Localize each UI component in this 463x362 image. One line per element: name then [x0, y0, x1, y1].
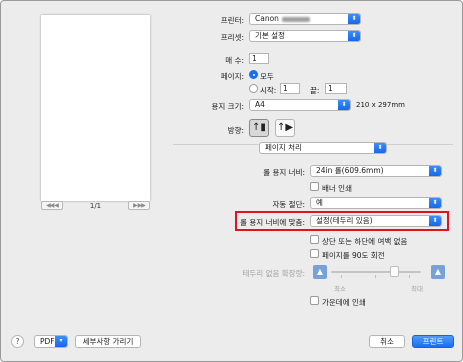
slider-min-label: 최소: [334, 285, 346, 293]
auto-cut-select[interactable]: 예 ⬍: [310, 197, 442, 209]
rotate-90-checkbox[interactable]: [310, 249, 319, 258]
fit-roll-width-select[interactable]: 설정(테두리 있음) ⬍: [310, 215, 442, 227]
chevron-updown-icon: ⬍: [429, 216, 441, 226]
paper-size-select[interactable]: A4 ⬍: [249, 99, 351, 111]
page-indicator: 1/1: [89, 201, 102, 210]
portrait-orientation-button[interactable]: ↑▮: [249, 119, 269, 137]
chevron-updown-icon: ⬍: [429, 198, 441, 208]
printer-select[interactable]: Canon ⬍: [249, 13, 361, 25]
pages-to-field[interactable]: 1: [325, 83, 347, 94]
landscape-icon: ↑▶: [276, 122, 294, 133]
copies-label: 매 수:: [225, 56, 244, 65]
banner-print-checkbox[interactable]: [310, 182, 319, 191]
page-preview: [41, 15, 150, 201]
chevron-updown-icon: ⬍: [348, 14, 360, 24]
next-page-button[interactable]: ▶ ▶▶: [127, 201, 150, 210]
preview-pager: ◀◀ ◀ 1/1 ▶ ▶▶: [41, 200, 150, 211]
chevron-updown-icon: ⬍: [429, 166, 441, 176]
auto-cut-label: 자동 절단:: [272, 200, 305, 209]
auto-cut-value: 예: [316, 198, 323, 207]
pages-label: 페이지:: [220, 72, 244, 81]
pages-all-radio[interactable]: [249, 70, 258, 79]
paper-dimensions: 210 x 297mm: [356, 101, 405, 109]
pages-from-field[interactable]: 1: [280, 83, 300, 94]
pages-from-label: 시작:: [260, 86, 277, 95]
center-print-checkbox[interactable]: [310, 296, 319, 305]
paper-size-value: A4: [255, 100, 265, 109]
printer-value: Canon: [255, 14, 279, 23]
slider-tick: [341, 275, 342, 278]
roll-width-label: 롤 용지 너비:: [263, 168, 305, 177]
slider-tick: [409, 275, 410, 278]
prev-page-button[interactable]: ◀◀ ◀: [41, 201, 63, 210]
section-value: 페이지 처리: [265, 143, 302, 152]
landscape-orientation-button[interactable]: ↑▶: [275, 119, 295, 137]
hide-details-button[interactable]: 세부사항 가리기: [75, 335, 141, 348]
print-button[interactable]: 프린트: [412, 335, 454, 348]
slider-knob[interactable]: [390, 266, 399, 277]
center-print-label: 가운데에 인쇄: [322, 298, 366, 307]
help-button[interactable]: ?: [11, 335, 24, 348]
banner-print-label: 배너 인쇄: [322, 184, 352, 193]
presets-label: 프리셋:: [220, 33, 244, 42]
chevron-updown-icon: ⬍: [374, 143, 386, 153]
printer-model-redacted: [281, 16, 310, 22]
no-margin-label: 상단 또는 하단에 여백 없음: [322, 237, 408, 246]
paper-size-label: 용지 크기:: [211, 102, 244, 111]
chevron-updown-icon: ⬍: [338, 100, 350, 110]
slider-tick: [375, 275, 376, 278]
chevron-updown-icon: ⬍: [348, 31, 360, 41]
presets-value: 기본 설정: [255, 31, 285, 40]
chevron-down-icon: ▾: [55, 336, 67, 347]
pages-to-label: 끝:: [310, 86, 320, 95]
portrait-icon: ↑▮: [252, 122, 266, 133]
pages-all-label: 모두: [260, 72, 274, 81]
borderless-extension-slider[interactable]: [331, 271, 421, 273]
large-extension-icon: ▲: [431, 265, 445, 279]
fit-roll-width-value: 설정(테두리 있음): [316, 216, 373, 225]
roll-width-value: 24in 롤(609.6mm): [316, 166, 384, 175]
presets-select[interactable]: 기본 설정 ⬍: [249, 30, 361, 42]
orientation-label: 방향:: [227, 126, 244, 135]
borderless-extension-label: 테두리 없음 확장량:: [242, 269, 306, 278]
question-icon: ?: [15, 337, 20, 346]
pages-range-radio[interactable]: [249, 84, 258, 93]
roll-width-select[interactable]: 24in 롤(609.6mm) ⬍: [310, 165, 442, 177]
small-extension-icon: ▲: [313, 265, 327, 279]
pdf-menu-button[interactable]: PDF ▾: [34, 335, 68, 348]
cancel-button[interactable]: 취소: [369, 335, 405, 348]
copies-field[interactable]: 1: [249, 53, 269, 64]
print-dialog: ◀◀ ◀ 1/1 ▶ ▶▶ 프린터: Canon ⬍ 프리셋: 기본 설정 ⬍ …: [0, 0, 463, 362]
fit-roll-width-label: 롤 용지 너비에 맞춤:: [240, 218, 305, 227]
rotate-90-label: 페이지를 90도 회전: [322, 251, 385, 260]
no-margin-checkbox[interactable]: [310, 235, 319, 244]
section-select[interactable]: 페이지 처리 ⬍: [259, 142, 387, 154]
pdf-label: PDF: [40, 337, 55, 346]
slider-max-label: 최대: [411, 285, 423, 293]
printer-label: 프린터:: [220, 16, 244, 25]
